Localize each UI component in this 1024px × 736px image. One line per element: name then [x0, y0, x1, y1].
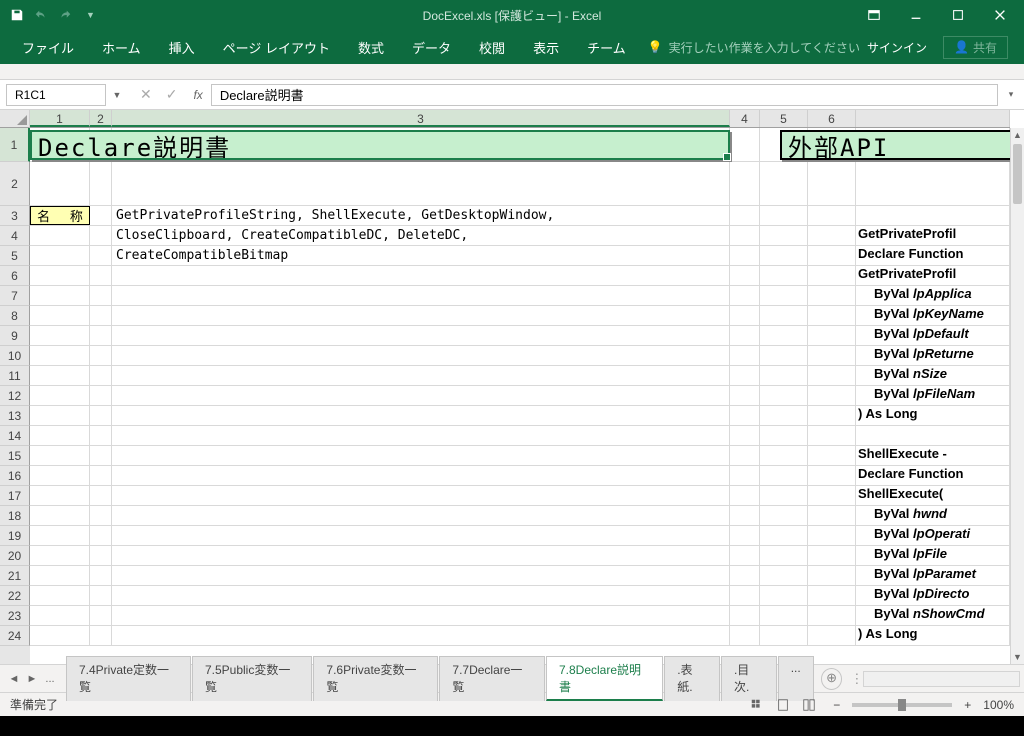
ribbon-tabs: ファイル ホーム 挿入 ページ レイアウト 数式 データ 校閲 表示 チーム 💡… — [0, 30, 1024, 64]
formula-bar: R1C1 ▼ ✕ ✓ fx Declare説明書 ▾ — [0, 80, 1024, 110]
tab-pagelayout[interactable]: ページ レイアウト — [209, 30, 344, 64]
zoom-slider[interactable] — [852, 703, 952, 707]
name-box[interactable]: R1C1 — [6, 84, 106, 106]
enter-icon[interactable]: ✓ — [166, 86, 178, 103]
row-header[interactable]: 13 — [0, 406, 30, 426]
tab-formulas[interactable]: 数式 — [344, 30, 398, 64]
row-header[interactable]: 14 — [0, 426, 30, 446]
worksheet-grid[interactable]: 1 2 3 4 5 6 1234567891011121314151617181… — [0, 110, 1024, 664]
tab-nav-more[interactable]: ... — [42, 673, 58, 685]
formula-input[interactable]: Declare説明書 — [211, 84, 998, 106]
share-button[interactable]: 👤 共有 — [943, 36, 1008, 59]
row-header[interactable]: 15 — [0, 446, 30, 466]
col-header[interactable]: 2 — [90, 110, 112, 127]
scroll-thumb[interactable] — [1013, 144, 1022, 204]
row-header[interactable]: 8 — [0, 306, 30, 326]
row-header[interactable]: 10 — [0, 346, 30, 366]
row-header[interactable]: 4 — [0, 226, 30, 246]
cell[interactable]: CreateCompatibleBitmap — [112, 246, 730, 265]
status-ready: 準備完了 — [10, 696, 58, 713]
scroll-down-icon[interactable]: ▼ — [1011, 650, 1024, 664]
title-cell-api[interactable]: 外部API — [780, 130, 1010, 160]
col-header[interactable]: 5 — [760, 110, 808, 127]
maximize-icon[interactable] — [938, 1, 978, 29]
tab-nav-first-icon[interactable]: ◄ — [6, 673, 22, 685]
row-header[interactable]: 1 — [0, 128, 30, 162]
cell[interactable]: CloseClipboard, CreateCompatibleDC, Dele… — [112, 226, 730, 245]
minimize-icon[interactable] — [896, 1, 936, 29]
view-pagebreak-icon[interactable] — [797, 696, 821, 714]
tab-nav-prev-icon[interactable]: ► — [24, 673, 40, 685]
tell-me-search[interactable]: 💡 実行したい作業を入力してください — [648, 39, 860, 56]
sheet-tabs-bar: ◄ ► ... 7.4Private定数一覧7.5Public変数一覧7.6Pr… — [0, 664, 1024, 692]
zoom-out-button[interactable]: − — [833, 698, 840, 712]
title-cell-main[interactable]: Declare説明書 — [30, 130, 730, 160]
row-header[interactable]: 19 — [0, 526, 30, 546]
row-header[interactable]: 2 — [0, 162, 30, 206]
col-header[interactable] — [856, 110, 1010, 127]
row-header[interactable]: 23 — [0, 606, 30, 626]
row-header[interactable]: 24 — [0, 626, 30, 646]
row-header[interactable]: 22 — [0, 586, 30, 606]
bottom-strip — [0, 716, 1024, 736]
select-all-button[interactable] — [0, 110, 30, 128]
tab-file[interactable]: ファイル — [8, 30, 88, 64]
row-header[interactable]: 9 — [0, 326, 30, 346]
row-header[interactable]: 7 — [0, 286, 30, 306]
name-box-dropdown-icon[interactable]: ▼ — [110, 90, 124, 100]
scroll-up-icon[interactable]: ▲ — [1011, 128, 1024, 142]
tab-insert[interactable]: 挿入 — [155, 30, 209, 64]
horizontal-scrollbar[interactable] — [863, 671, 1020, 687]
fx-icon[interactable]: fx — [193, 88, 202, 102]
redo-icon[interactable] — [56, 6, 74, 24]
col-header[interactable]: 3 — [112, 110, 730, 127]
row-header[interactable]: 20 — [0, 546, 30, 566]
row-header[interactable]: 17 — [0, 486, 30, 506]
cancel-icon[interactable]: ✕ — [140, 86, 152, 103]
ribbon-display-icon[interactable] — [854, 1, 894, 29]
row-header[interactable]: 12 — [0, 386, 30, 406]
api-code-block: GetPrivateProfilDeclare FunctionGetPriva… — [858, 224, 985, 644]
col-header[interactable]: 1 — [30, 110, 90, 127]
add-sheet-button[interactable]: ⊕ — [821, 668, 843, 690]
row-header[interactable]: 6 — [0, 266, 30, 286]
tab-home[interactable]: ホーム — [88, 30, 155, 64]
bulb-icon: 💡 — [648, 40, 663, 54]
formula-expand-icon[interactable]: ▾ — [1004, 89, 1018, 100]
col-header[interactable]: 6 — [808, 110, 856, 127]
tab-data[interactable]: データ — [398, 30, 465, 64]
person-icon: 👤 — [954, 40, 969, 54]
row-header[interactable]: 21 — [0, 566, 30, 586]
zoom-in-button[interactable]: + — [964, 698, 971, 712]
zoom-level[interactable]: 100% — [983, 698, 1014, 712]
collapsed-ribbon — [0, 64, 1024, 80]
signin-link[interactable]: サインイン — [867, 39, 927, 56]
tabs-menu-icon[interactable]: ⋮ — [850, 671, 863, 687]
window-title: DocExcel.xls [保護ビュー] - Excel — [423, 7, 602, 24]
vertical-scrollbar[interactable]: ▲ ▼ — [1010, 128, 1024, 664]
label-name-cell[interactable]: 名 称 — [30, 206, 90, 225]
row-header[interactable]: 3 — [0, 206, 30, 226]
titlebar: ▼ DocExcel.xls [保護ビュー] - Excel — [0, 0, 1024, 30]
tab-view[interactable]: 表示 — [519, 30, 573, 64]
row-header[interactable]: 18 — [0, 506, 30, 526]
close-icon[interactable] — [980, 1, 1020, 29]
tab-review[interactable]: 校閲 — [465, 30, 519, 64]
save-icon[interactable] — [8, 6, 26, 24]
row-header[interactable]: 11 — [0, 366, 30, 386]
row-header[interactable]: 5 — [0, 246, 30, 266]
view-normal-icon[interactable] — [745, 696, 769, 714]
col-header[interactable]: 4 — [730, 110, 760, 127]
tab-team[interactable]: チーム — [573, 30, 640, 64]
row-header[interactable]: 16 — [0, 466, 30, 486]
view-pagelayout-icon[interactable] — [771, 696, 795, 714]
qat-dropdown-icon[interactable]: ▼ — [86, 10, 95, 20]
undo-icon[interactable] — [32, 6, 50, 24]
cell[interactable]: GetPrivateProfileString, ShellExecute, G… — [112, 206, 730, 225]
